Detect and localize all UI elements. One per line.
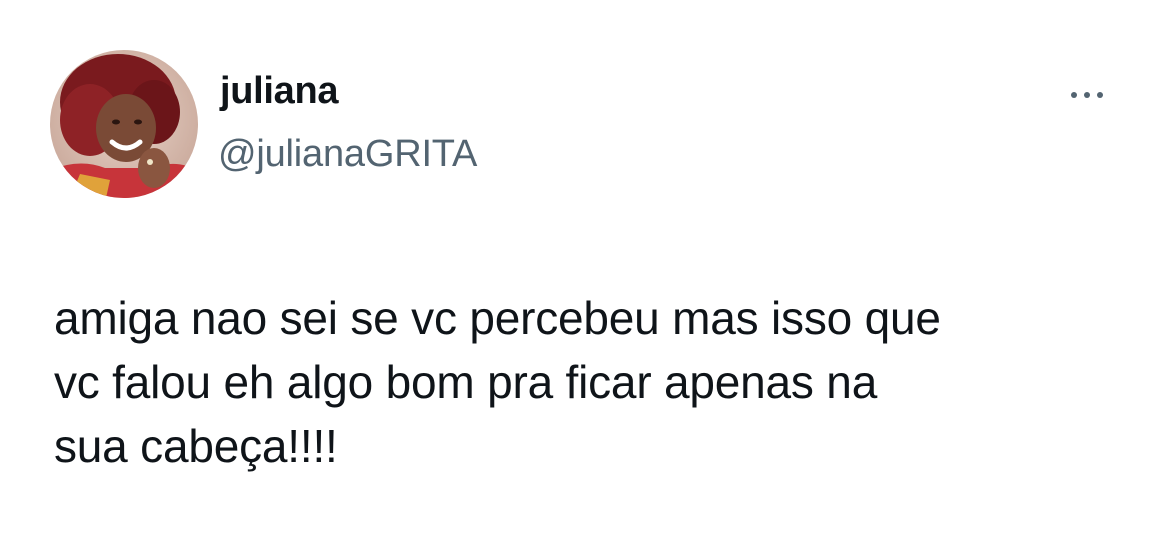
- more-options-icon: [1071, 92, 1103, 98]
- tweet-text-line: vc falou eh algo bom pra ficar apenas na: [54, 356, 878, 408]
- username-handle[interactable]: @julianaGRITA: [218, 135, 477, 173]
- tweet-text: amiga nao sei se vc percebeu mas isso qu…: [54, 286, 1114, 478]
- more-options-button[interactable]: [1064, 80, 1110, 110]
- avatar[interactable]: [50, 50, 198, 198]
- avatar-photo-icon: [50, 50, 198, 198]
- tweet-card: juliana @julianaGRITA amiga nao sei se v…: [0, 0, 1160, 539]
- display-name[interactable]: juliana: [220, 72, 339, 110]
- tweet-text-line: sua cabeça!!!!: [54, 420, 338, 472]
- tweet-text-line: amiga nao sei se vc percebeu mas isso qu…: [54, 292, 941, 344]
